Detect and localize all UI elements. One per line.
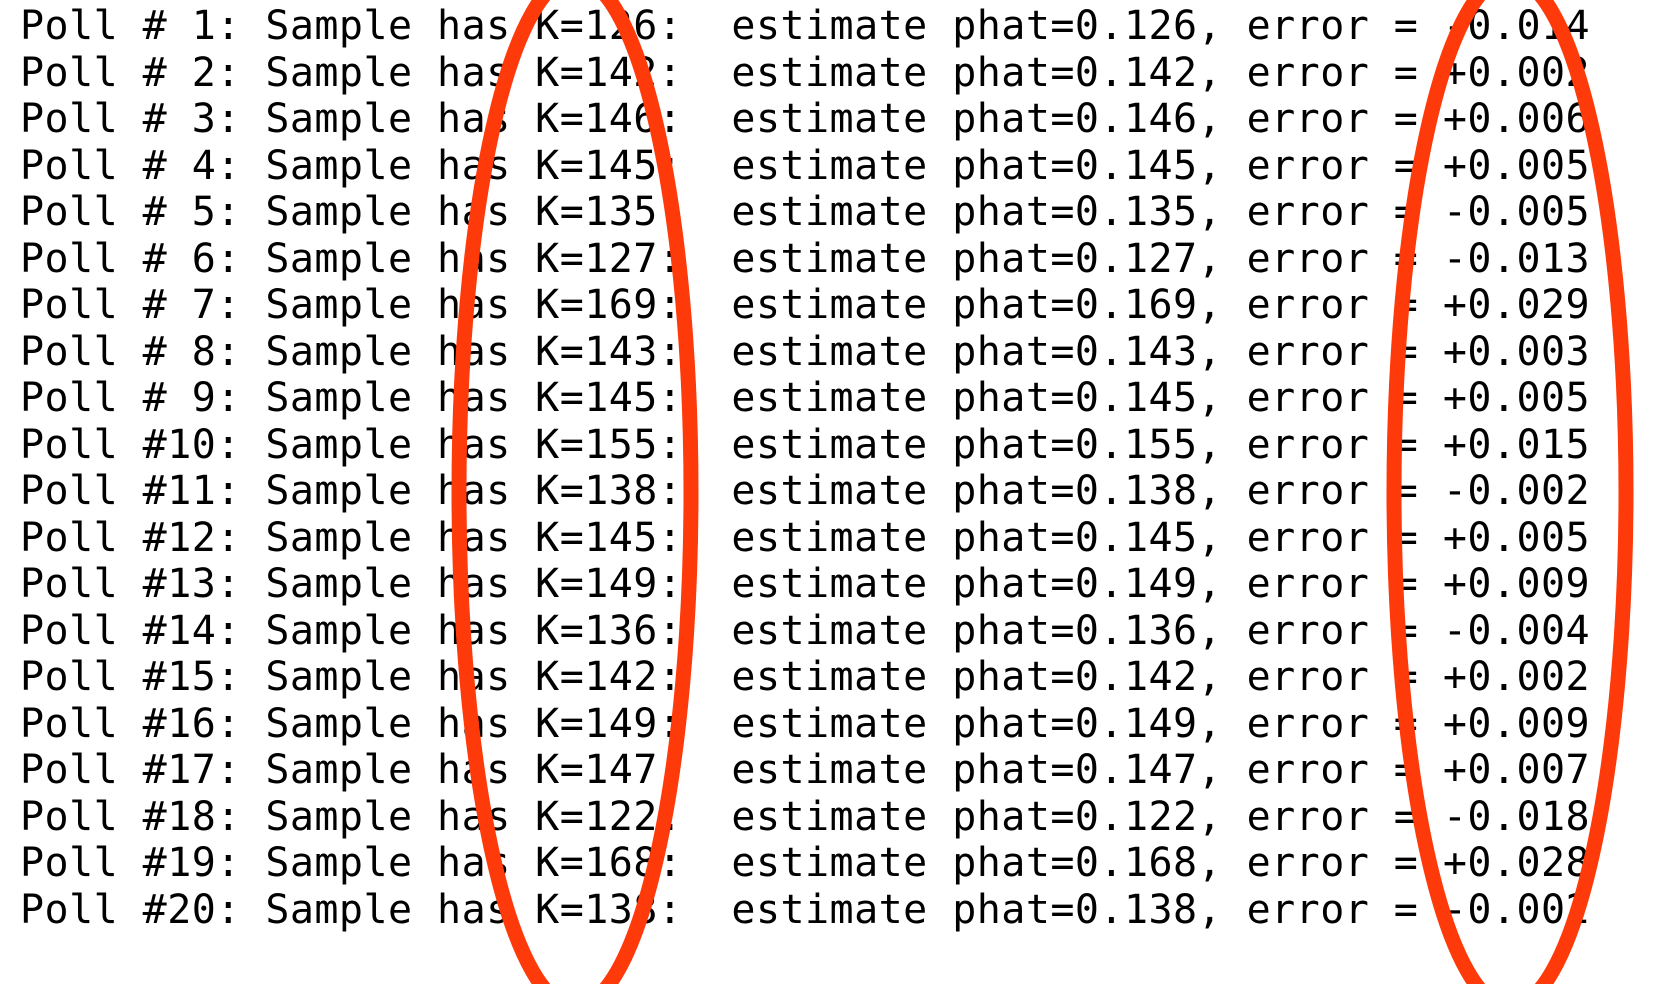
poll-line: Poll # 6: Sample has K=127: estimate pha… bbox=[20, 235, 1591, 282]
poll-line: Poll #20: Sample has K=138: estimate pha… bbox=[20, 886, 1591, 933]
poll-line: Poll # 8: Sample has K=143: estimate pha… bbox=[20, 328, 1591, 375]
poll-line: Poll #13: Sample has K=149: estimate pha… bbox=[20, 561, 1591, 607]
poll-line: Poll #11: Sample has K=138: estimate pha… bbox=[20, 468, 1591, 514]
poll-line: Poll # 7: Sample has K=169: estimate pha… bbox=[20, 282, 1591, 328]
poll-line: Poll #12: Sample has K=145: estimate pha… bbox=[20, 514, 1591, 561]
poll-line: Poll # 1: Sample has K=126: estimate pha… bbox=[20, 3, 1591, 49]
poll-line: Poll # 2: Sample has K=142: estimate pha… bbox=[20, 49, 1591, 96]
poll-line: Poll #18: Sample has K=122: estimate pha… bbox=[20, 793, 1591, 840]
poll-line: Poll # 9: Sample has K=145: estimate pha… bbox=[20, 375, 1591, 421]
poll-line: Poll #10: Sample has K=155: estimate pha… bbox=[20, 421, 1591, 468]
poll-line: Poll #17: Sample has K=147: estimate pha… bbox=[20, 747, 1591, 793]
poll-line: Poll #16: Sample has K=149: estimate pha… bbox=[20, 700, 1591, 747]
poll-line: Poll #14: Sample has K=136: estimate pha… bbox=[20, 607, 1591, 654]
poll-line: Poll # 5: Sample has K=135: estimate pha… bbox=[20, 189, 1591, 235]
terminal-output: Poll # 1: Sample has K=126: estimate pha… bbox=[0, 0, 1660, 984]
poll-results-list: Poll # 1: Sample has K=126: estimate pha… bbox=[20, 3, 1590, 933]
poll-line: Poll #19: Sample has K=168: estimate pha… bbox=[20, 840, 1591, 886]
poll-line: Poll #15: Sample has K=142: estimate pha… bbox=[20, 654, 1591, 700]
poll-line: Poll # 3: Sample has K=146: estimate pha… bbox=[20, 96, 1591, 142]
poll-line: Poll # 4: Sample has K=145: estimate pha… bbox=[20, 142, 1591, 189]
